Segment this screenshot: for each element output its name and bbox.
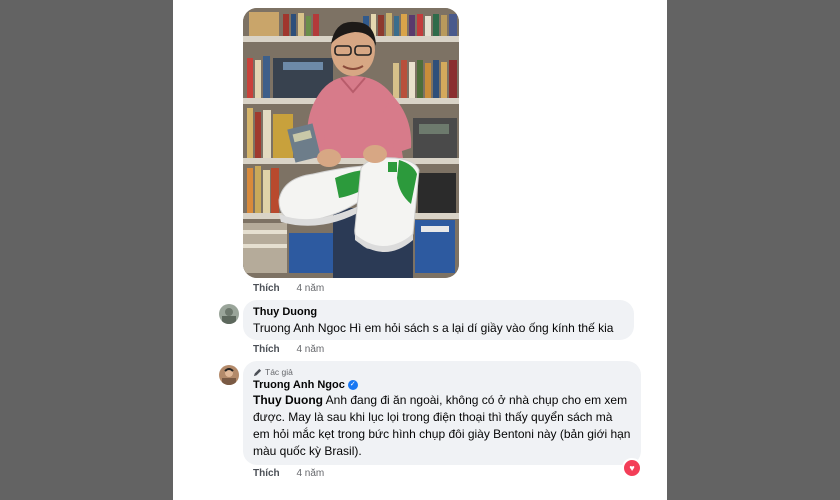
mention-link[interactable]: Thuy Duong (253, 393, 323, 407)
author-badge: Tác giả (253, 367, 631, 377)
avatar[interactable] (219, 304, 239, 324)
comment-text: Thuy Duong Anh đang đi ăn ngoài, không c… (253, 392, 631, 460)
comment-text: Truong Anh Ngoc Hì em hỏi sách s a lại d… (253, 320, 624, 337)
like-link[interactable]: Thích (253, 283, 280, 294)
comment-bubble: Thuy Duong Truong Anh Ngoc Hì em hỏi sác… (243, 300, 634, 340)
like-link[interactable]: Thích (253, 344, 280, 355)
comment-actions: Thích 4 năm (253, 344, 324, 355)
comment-author-name[interactable]: Truong Anh Ngoc (253, 379, 345, 391)
pencil-icon (253, 368, 262, 376)
comment-author: Truong Anh Ngoc ✓ (253, 379, 631, 391)
comment-thread-panel: Thích 4 năm Thuy Duong Truong Anh Ngoc H… (173, 0, 667, 500)
like-link[interactable]: Thích (253, 468, 280, 479)
comment-author[interactable]: Thuy Duong (253, 306, 624, 318)
verified-icon: ✓ (347, 380, 358, 391)
post-photo[interactable] (243, 8, 459, 278)
photo-image (243, 8, 459, 278)
author-badge-label: Tác giả (265, 367, 293, 377)
timestamp[interactable]: 4 năm (296, 344, 324, 355)
comment-body: Hì em hỏi sách s a lại dí giầy vào ống k… (345, 321, 614, 335)
heart-icon[interactable]: ♥ (622, 458, 642, 478)
timestamp[interactable]: 4 năm (296, 468, 324, 479)
avatar-image (219, 365, 239, 385)
avatar[interactable] (219, 365, 239, 385)
mention-link[interactable]: Truong Anh Ngoc (253, 321, 346, 335)
comment-actions: Thích 4 năm (253, 468, 324, 479)
timestamp[interactable]: 4 năm (296, 283, 324, 294)
avatar-image (219, 304, 239, 324)
comment-actions: Thích 4 năm (253, 283, 324, 294)
comment-bubble: Tác giả Truong Anh Ngoc ✓ Thuy Duong Anh … (243, 361, 641, 465)
